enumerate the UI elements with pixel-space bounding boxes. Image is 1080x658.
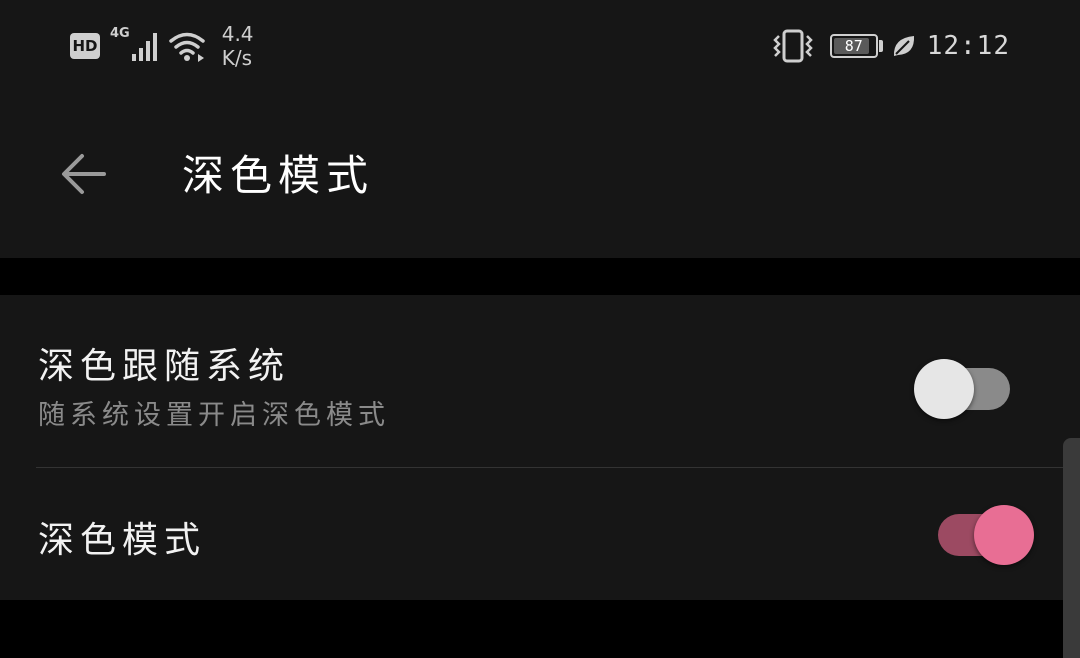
- signal-icon: [131, 33, 157, 61]
- status-bar: HD 4G 4.4 K/s 87 12:12: [0, 0, 1080, 96]
- setting-dark-mode[interactable]: 深色模式: [0, 467, 1080, 600]
- setting-subtitle: 随系统设置开启深色模式: [38, 400, 390, 431]
- network-type-label: 4G: [110, 26, 130, 41]
- setting-title: 深色跟随系统: [38, 346, 291, 387]
- status-bar-right: 87 12:12: [772, 24, 1010, 68]
- vibrate-icon: [772, 29, 813, 63]
- page-title: 深色模式: [182, 151, 375, 200]
- dark-mode-toggle[interactable]: [938, 505, 1034, 565]
- back-arrow-icon: [62, 154, 106, 194]
- leaf-icon: [893, 36, 914, 56]
- battery-level: 87: [844, 37, 863, 55]
- follow-system-toggle[interactable]: [914, 359, 1014, 419]
- network-speed-value: 4.4: [221, 22, 254, 46]
- setting-title: 深色模式: [38, 520, 207, 561]
- wifi-icon: [168, 32, 205, 62]
- settings-list: 深色跟随系统 随系统设置开启深色模式 深色模式: [0, 295, 1080, 600]
- network-speed: 4.4 K/s: [222, 22, 254, 70]
- toggle-thumb: [914, 359, 974, 419]
- hd-badge: HD: [70, 33, 100, 59]
- toggle-thumb: [974, 505, 1034, 565]
- battery-nub: [878, 40, 883, 52]
- clock: 12:12: [926, 31, 1010, 61]
- network-speed-unit: K/s: [221, 46, 252, 70]
- status-bar-left: HD 4G 4.4 K/s: [70, 18, 254, 74]
- app-bar: 深色模式: [0, 96, 1080, 258]
- back-button[interactable]: [54, 144, 114, 204]
- battery-icon: 87: [829, 34, 878, 58]
- setting-follow-system[interactable]: 深色跟随系统 随系统设置开启深色模式: [0, 295, 1080, 467]
- scrollbar[interactable]: [1063, 438, 1080, 658]
